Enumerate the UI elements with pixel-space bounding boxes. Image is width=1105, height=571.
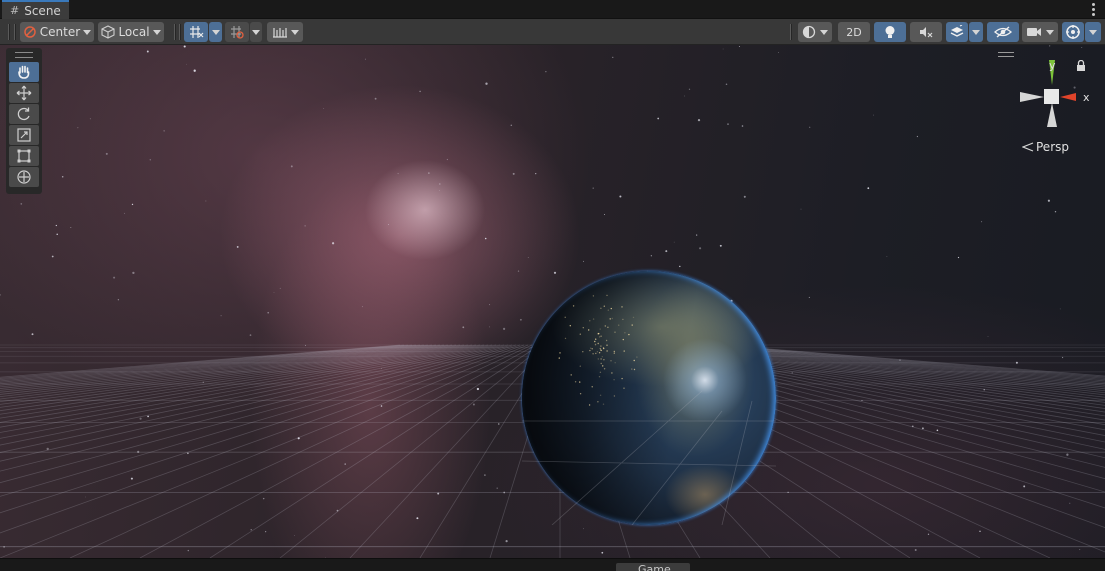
- mode-2d-toggle[interactable]: 2D: [838, 22, 870, 42]
- audio-toggle[interactable]: [910, 22, 942, 42]
- tab-game-label: Game: [638, 563, 671, 571]
- chevron-down-icon: [820, 29, 828, 35]
- gizmo-x-label: x: [1083, 91, 1090, 104]
- hand-icon: [18, 65, 30, 79]
- toolbar-grip: [14, 24, 16, 40]
- ruler-icon: [272, 28, 287, 38]
- chevron-down-icon: [1089, 29, 1097, 35]
- grid-snap-icon: [190, 26, 204, 38]
- rect-tool[interactable]: [9, 146, 39, 166]
- effects-toggle[interactable]: [946, 22, 968, 42]
- city-lights: [558, 294, 638, 406]
- grid-hash-icon: #: [10, 4, 20, 17]
- bottom-panel-strip: Game: [0, 558, 1105, 571]
- gizmos-dropdown[interactable]: [1085, 22, 1101, 42]
- pivot-mode-label: Center: [39, 25, 81, 39]
- lighting-toggle[interactable]: [874, 22, 906, 42]
- pivot-mode-dropdown[interactable]: Center: [20, 22, 94, 42]
- cube-icon: [101, 25, 115, 39]
- tab-bar: # Scene: [0, 0, 1105, 19]
- pivot-space-dropdown[interactable]: Local: [98, 22, 164, 42]
- chevron-down-icon: [290, 29, 299, 35]
- chevron-down-icon: [152, 29, 161, 35]
- toolbar-grip: [8, 24, 10, 40]
- tab-menu-kebab-icon[interactable]: [1089, 1, 1097, 17]
- shading-mode-dropdown[interactable]: [798, 22, 832, 42]
- lightbulb-icon: [885, 25, 895, 38]
- tab-game[interactable]: Game: [616, 563, 690, 571]
- tab-scene-label: Scene: [24, 3, 61, 18]
- chevron-down-icon: [1046, 29, 1054, 35]
- gizmo-neg-y-cone[interactable]: [1047, 103, 1057, 127]
- gizmo-x-axis-cone[interactable]: [1060, 93, 1076, 101]
- gizmos-icon: [1066, 25, 1080, 39]
- visibility-off-icon: [994, 26, 1012, 38]
- scale-icon: [17, 128, 31, 142]
- audio-mute-icon: [920, 27, 933, 38]
- toolbar-grip: [174, 24, 176, 40]
- grid-snap-toggle[interactable]: [184, 22, 208, 42]
- pivot-space-label: Local: [118, 25, 150, 39]
- toolbar-grip: [790, 24, 792, 40]
- perspective-icon: [1022, 142, 1034, 152]
- chevron-down-icon: [211, 29, 220, 35]
- projection-label: Persp: [1036, 140, 1069, 154]
- snap-increment-icon: [231, 26, 244, 39]
- chevron-down-icon: [972, 29, 980, 35]
- projection-toggle[interactable]: Persp: [1022, 140, 1069, 154]
- pivot-center-icon: [24, 26, 36, 38]
- toolbar-grip: [179, 24, 181, 40]
- chevron-down-icon: [83, 29, 92, 35]
- camera-settings-dropdown[interactable]: [1022, 22, 1058, 42]
- gizmo-neg-x-cone[interactable]: [1020, 92, 1044, 102]
- mode-2d-label: 2D: [846, 25, 862, 39]
- scene-viewport[interactable]: [0, 45, 1105, 558]
- gizmo-center-cube[interactable]: [1044, 89, 1059, 104]
- tab-scene[interactable]: # Scene: [2, 0, 69, 19]
- snap-increment-dropdown[interactable]: [250, 22, 262, 42]
- scene-tools-overlay: [6, 48, 42, 194]
- scene-toolbar: Center Local 2D: [0, 19, 1105, 45]
- grid-visibility-dropdown[interactable]: [267, 22, 303, 42]
- scene-editor-window: # Scene Center Local 2D y x Persp Game: [0, 0, 1105, 571]
- effects-layers-icon: [950, 25, 964, 37]
- move-arrows-icon: [16, 85, 32, 101]
- chevron-down-icon: [252, 29, 260, 35]
- hand-tool[interactable]: [9, 62, 39, 82]
- tools-drag-handle[interactable]: [15, 52, 33, 58]
- transform-tool[interactable]: [9, 167, 39, 187]
- camera-icon: [1027, 28, 1041, 36]
- rotate-icon: [17, 107, 30, 121]
- rect-transform-icon: [17, 149, 31, 163]
- gizmos-toggle[interactable]: [1062, 22, 1084, 42]
- transform-icon: [17, 170, 31, 184]
- scene-visibility-toggle[interactable]: [987, 22, 1019, 42]
- effects-dropdown[interactable]: [969, 22, 983, 42]
- grid-snap-dropdown[interactable]: [209, 22, 222, 42]
- orientation-gizmo[interactable]: y x: [1012, 55, 1092, 135]
- snap-increment-toggle[interactable]: [225, 22, 249, 42]
- gizmo-y-label: y: [1049, 59, 1056, 72]
- move-tool[interactable]: [9, 83, 39, 103]
- rotate-tool[interactable]: [9, 104, 39, 124]
- shading-mode-icon: [802, 25, 816, 39]
- scale-tool[interactable]: [9, 125, 39, 145]
